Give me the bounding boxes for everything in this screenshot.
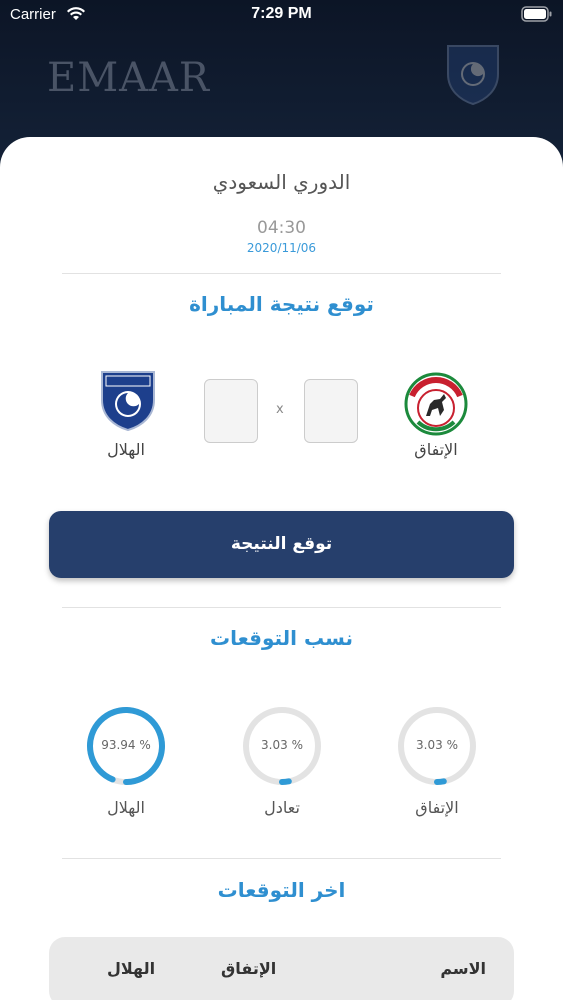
column-home: الإتفاق (221, 959, 277, 978)
column-away: الهلال (107, 959, 156, 978)
divider (62, 607, 501, 608)
draw-label: تعادل (264, 798, 300, 817)
home-team-name: الإتفاق (414, 440, 458, 459)
home-win-label: الإتفاق (415, 798, 459, 817)
league-name: الدوري السعودي (212, 170, 351, 194)
predict-title: توقع نتيجة المباراة (189, 292, 374, 316)
away-team-name: الهلال (107, 440, 145, 459)
predict-button[interactable]: توقع النتيجة (49, 511, 514, 578)
match-time: 04:30 (257, 218, 306, 238)
divider (62, 858, 501, 859)
status-bar: Carrier 7:29 PM (0, 0, 563, 30)
away-win-label: الهلال (107, 798, 145, 817)
brand-logo: EMAAR (47, 55, 211, 101)
draw-percent: 3.03 % (261, 738, 303, 752)
divider (62, 273, 501, 274)
battery-icon (521, 6, 552, 22)
score-separator: x (276, 402, 284, 417)
away-win-percent: 93.94 % (101, 738, 151, 752)
gauge-fill (434, 778, 447, 785)
column-name: الاسم (440, 959, 486, 978)
match-date: 2020/11/06 (246, 241, 317, 255)
club-crest-icon (447, 45, 499, 106)
home-win-percent: 3.03 % (416, 738, 458, 752)
gauge-fill (279, 778, 292, 785)
stats-title: نسب التوقعات (209, 626, 354, 650)
latest-title: اخر التوقعات (217, 878, 346, 902)
ettifaq-logo-icon (404, 372, 468, 436)
away-score-input[interactable] (204, 379, 258, 443)
home-score-input[interactable] (304, 379, 358, 443)
latest-table-header: الاسم الإتفاق الهلال (49, 937, 514, 1000)
clock: 7:29 PM (251, 5, 312, 22)
hilal-logo-icon (101, 371, 155, 432)
